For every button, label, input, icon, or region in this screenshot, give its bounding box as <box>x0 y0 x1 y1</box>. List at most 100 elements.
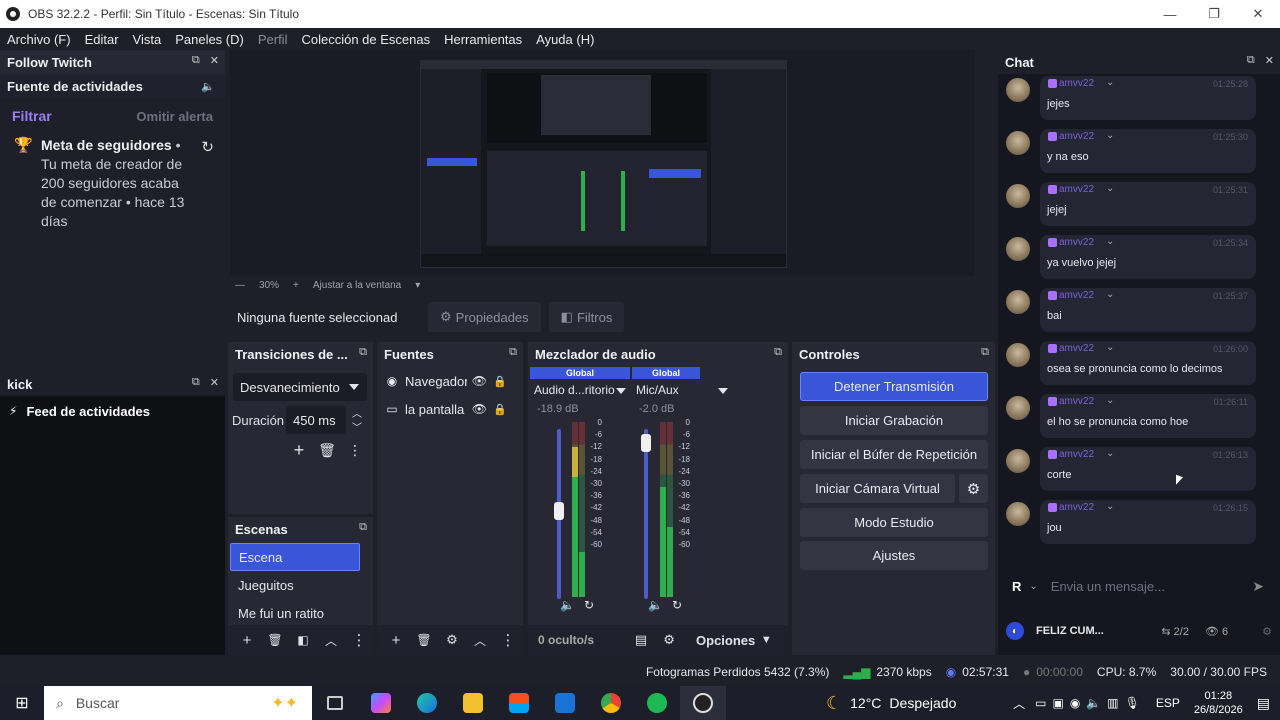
volume-fader-knob[interactable] <box>554 501 564 520</box>
tray-icons[interactable]: ▭▣◉🔈▥🎙 <box>1035 696 1146 710</box>
close-icon[interactable]: ✕ <box>210 54 219 67</box>
platform-selector[interactable]: R <box>1012 579 1021 594</box>
chat-message-input[interactable]: Envia un mensaje... <box>1051 579 1165 594</box>
speaker-icon[interactable]: 🔈 <box>648 598 663 612</box>
filter-button[interactable]: Filtrar <box>12 108 52 124</box>
chevron-down-icon[interactable]: ⌄ <box>1106 77 1114 88</box>
chevron-down-icon[interactable]: ⌄ <box>1106 289 1114 300</box>
start-replay-buffer-button[interactable]: Iniciar el Búfer de Repetición <box>800 440 988 469</box>
float-icon[interactable]: ⧉ <box>359 521 367 534</box>
menu-vista[interactable]: Vista <box>133 32 162 47</box>
message-user[interactable]: amvv22 <box>1059 290 1094 301</box>
message-user[interactable]: amvv22 <box>1059 184 1094 195</box>
transition-select[interactable]: Desvanecimiento <box>233 373 367 401</box>
trash-icon[interactable]: 🗑 <box>266 633 284 647</box>
filter-icon[interactable]: ◧ <box>294 633 312 647</box>
chevron-down-icon[interactable]: ⌄ <box>1106 448 1114 459</box>
studio-mode-button[interactable]: Modo Estudio <box>800 508 988 537</box>
scene-item[interactable]: Escena <box>230 543 360 571</box>
weather-widget[interactable]: ☾ 12°C Despejado <box>826 693 956 714</box>
trash-icon[interactable]: 🗑 <box>415 633 433 647</box>
settings-button[interactable]: Ajustes <box>800 541 988 570</box>
menu-paneles[interactable]: Paneles (D) <box>175 32 244 47</box>
close-icon[interactable]: ✕ <box>210 376 219 389</box>
menu-perfil[interactable]: Perfil <box>258 32 288 47</box>
clock[interactable]: 01:28 26/8/2026 <box>1194 689 1243 717</box>
virtual-camera-gear-icon[interactable]: ⚙ <box>959 474 988 503</box>
more-icon[interactable]: ⋮ <box>346 440 364 460</box>
refresh-icon[interactable]: ↻ <box>584 598 594 612</box>
scene-item[interactable]: Jueguitos <box>230 571 360 599</box>
notification-icon[interactable]: ▤ <box>1257 695 1270 712</box>
scene-item[interactable]: Me fui un ratito <box>230 599 360 627</box>
menu-coleccion-escenas[interactable]: Colección de Escenas <box>301 32 430 47</box>
chevron-down-icon[interactable]: ⌄ <box>1106 183 1114 194</box>
chevron-up-icon[interactable]: ︿ <box>1013 695 1025 712</box>
eye-icon[interactable]: 👁 <box>472 374 487 388</box>
chevron-down-icon[interactable]: ▼ <box>757 634 775 646</box>
add-icon[interactable]: + <box>238 632 256 649</box>
channel-name[interactable]: Mic/Aux <box>636 383 679 397</box>
chevron-down-icon[interactable] <box>718 388 728 394</box>
float-icon[interactable]: ⧉ <box>1247 54 1255 67</box>
gear-icon[interactable]: ⚙ <box>1262 625 1272 638</box>
task-view-icon[interactable] <box>312 686 358 720</box>
filters-button[interactable]: ◧ Filtros <box>548 302 625 332</box>
source-item[interactable]: ▭ la pantalla 👁 🔒 <box>385 398 517 420</box>
gear-icon[interactable]: ⚙ <box>443 632 461 648</box>
volume-fader-track[interactable] <box>644 429 648 599</box>
advanced-audio-icon[interactable]: ⚙ <box>660 632 678 648</box>
trash-icon[interactable]: 🗑 <box>318 440 336 460</box>
channel-name[interactable]: Audio d...ritorio <box>534 383 615 397</box>
move-up-icon[interactable]: ︿ <box>471 632 489 649</box>
source-item[interactable]: ◉ Navegador 👁 🔒 <box>385 370 517 392</box>
message-user[interactable]: amvv22 <box>1059 78 1094 89</box>
stream-title[interactable]: FELIZ CUM... <box>1036 625 1104 637</box>
float-icon[interactable]: ⧉ <box>359 346 367 359</box>
chevron-down-icon[interactable]: ⌄ <box>1106 236 1114 247</box>
volume-fader-knob[interactable] <box>641 433 651 452</box>
menu-editar[interactable]: Editar <box>85 32 119 47</box>
menu-herramientas[interactable]: Herramientas <box>444 32 522 47</box>
start-virtual-camera-button[interactable]: Iniciar Cámara Virtual <box>800 474 955 503</box>
options-button[interactable]: Opciones <box>696 633 755 648</box>
chevron-down-icon[interactable]: ▾ <box>415 280 420 291</box>
chevron-down-icon[interactable]: ⌄ <box>1106 395 1114 406</box>
chevron-down-icon[interactable]: ⌄ <box>1029 581 1037 592</box>
refresh-icon[interactable]: ↻ <box>672 598 682 612</box>
minimize-button[interactable]: — <box>1148 0 1192 28</box>
menu-archivo[interactable]: Archivo (F) <box>7 32 71 47</box>
copilot-icon[interactable] <box>358 686 404 720</box>
chrome-icon[interactable] <box>588 686 634 720</box>
zoom-in-button[interactable]: + <box>293 280 299 291</box>
chevron-down-icon[interactable]: ⌄ <box>1106 501 1114 512</box>
chevron-down-icon[interactable]: ⌄ <box>1106 342 1114 353</box>
layout-icon[interactable]: ▤ <box>632 632 650 648</box>
properties-button[interactable]: ⚙ Propiedades <box>428 302 541 332</box>
outlook-icon[interactable] <box>542 686 588 720</box>
windows-start-icon[interactable]: ⊞ <box>0 693 44 713</box>
close-button[interactable]: ✕ <box>1236 0 1280 28</box>
float-icon[interactable]: ⧉ <box>981 346 989 359</box>
stepper-down-icon[interactable]: ﹀ <box>350 420 364 434</box>
menu-ayuda[interactable]: Ayuda (H) <box>536 32 594 47</box>
zoom-out-button[interactable]: — <box>235 280 245 291</box>
lock-icon[interactable]: 🔒 <box>493 403 507 416</box>
add-icon[interactable]: + <box>387 632 405 649</box>
float-icon[interactable]: ⧉ <box>774 346 782 359</box>
edge-icon[interactable] <box>404 686 450 720</box>
float-icon[interactable]: ⧉ <box>192 376 200 389</box>
float-icon[interactable]: ⧉ <box>192 54 200 67</box>
message-user[interactable]: amvv22 <box>1059 131 1094 142</box>
lock-icon[interactable]: 🔒 <box>493 375 507 388</box>
refresh-icon[interactable]: ↻ <box>201 138 214 156</box>
chevron-down-icon[interactable]: ⌄ <box>1106 130 1114 141</box>
stepper-up-icon[interactable]: ︿ <box>350 406 364 420</box>
more-icon[interactable]: ⋮ <box>350 631 368 649</box>
preview-canvas[interactable] <box>230 50 975 276</box>
speaker-icon[interactable]: 🔈 <box>201 80 215 93</box>
message-user[interactable]: amvv22 <box>1059 237 1094 248</box>
send-icon[interactable]: ➤ <box>1252 578 1264 595</box>
message-user[interactable]: amvv22 <box>1059 502 1094 513</box>
close-icon[interactable]: ✕ <box>1265 54 1274 67</box>
